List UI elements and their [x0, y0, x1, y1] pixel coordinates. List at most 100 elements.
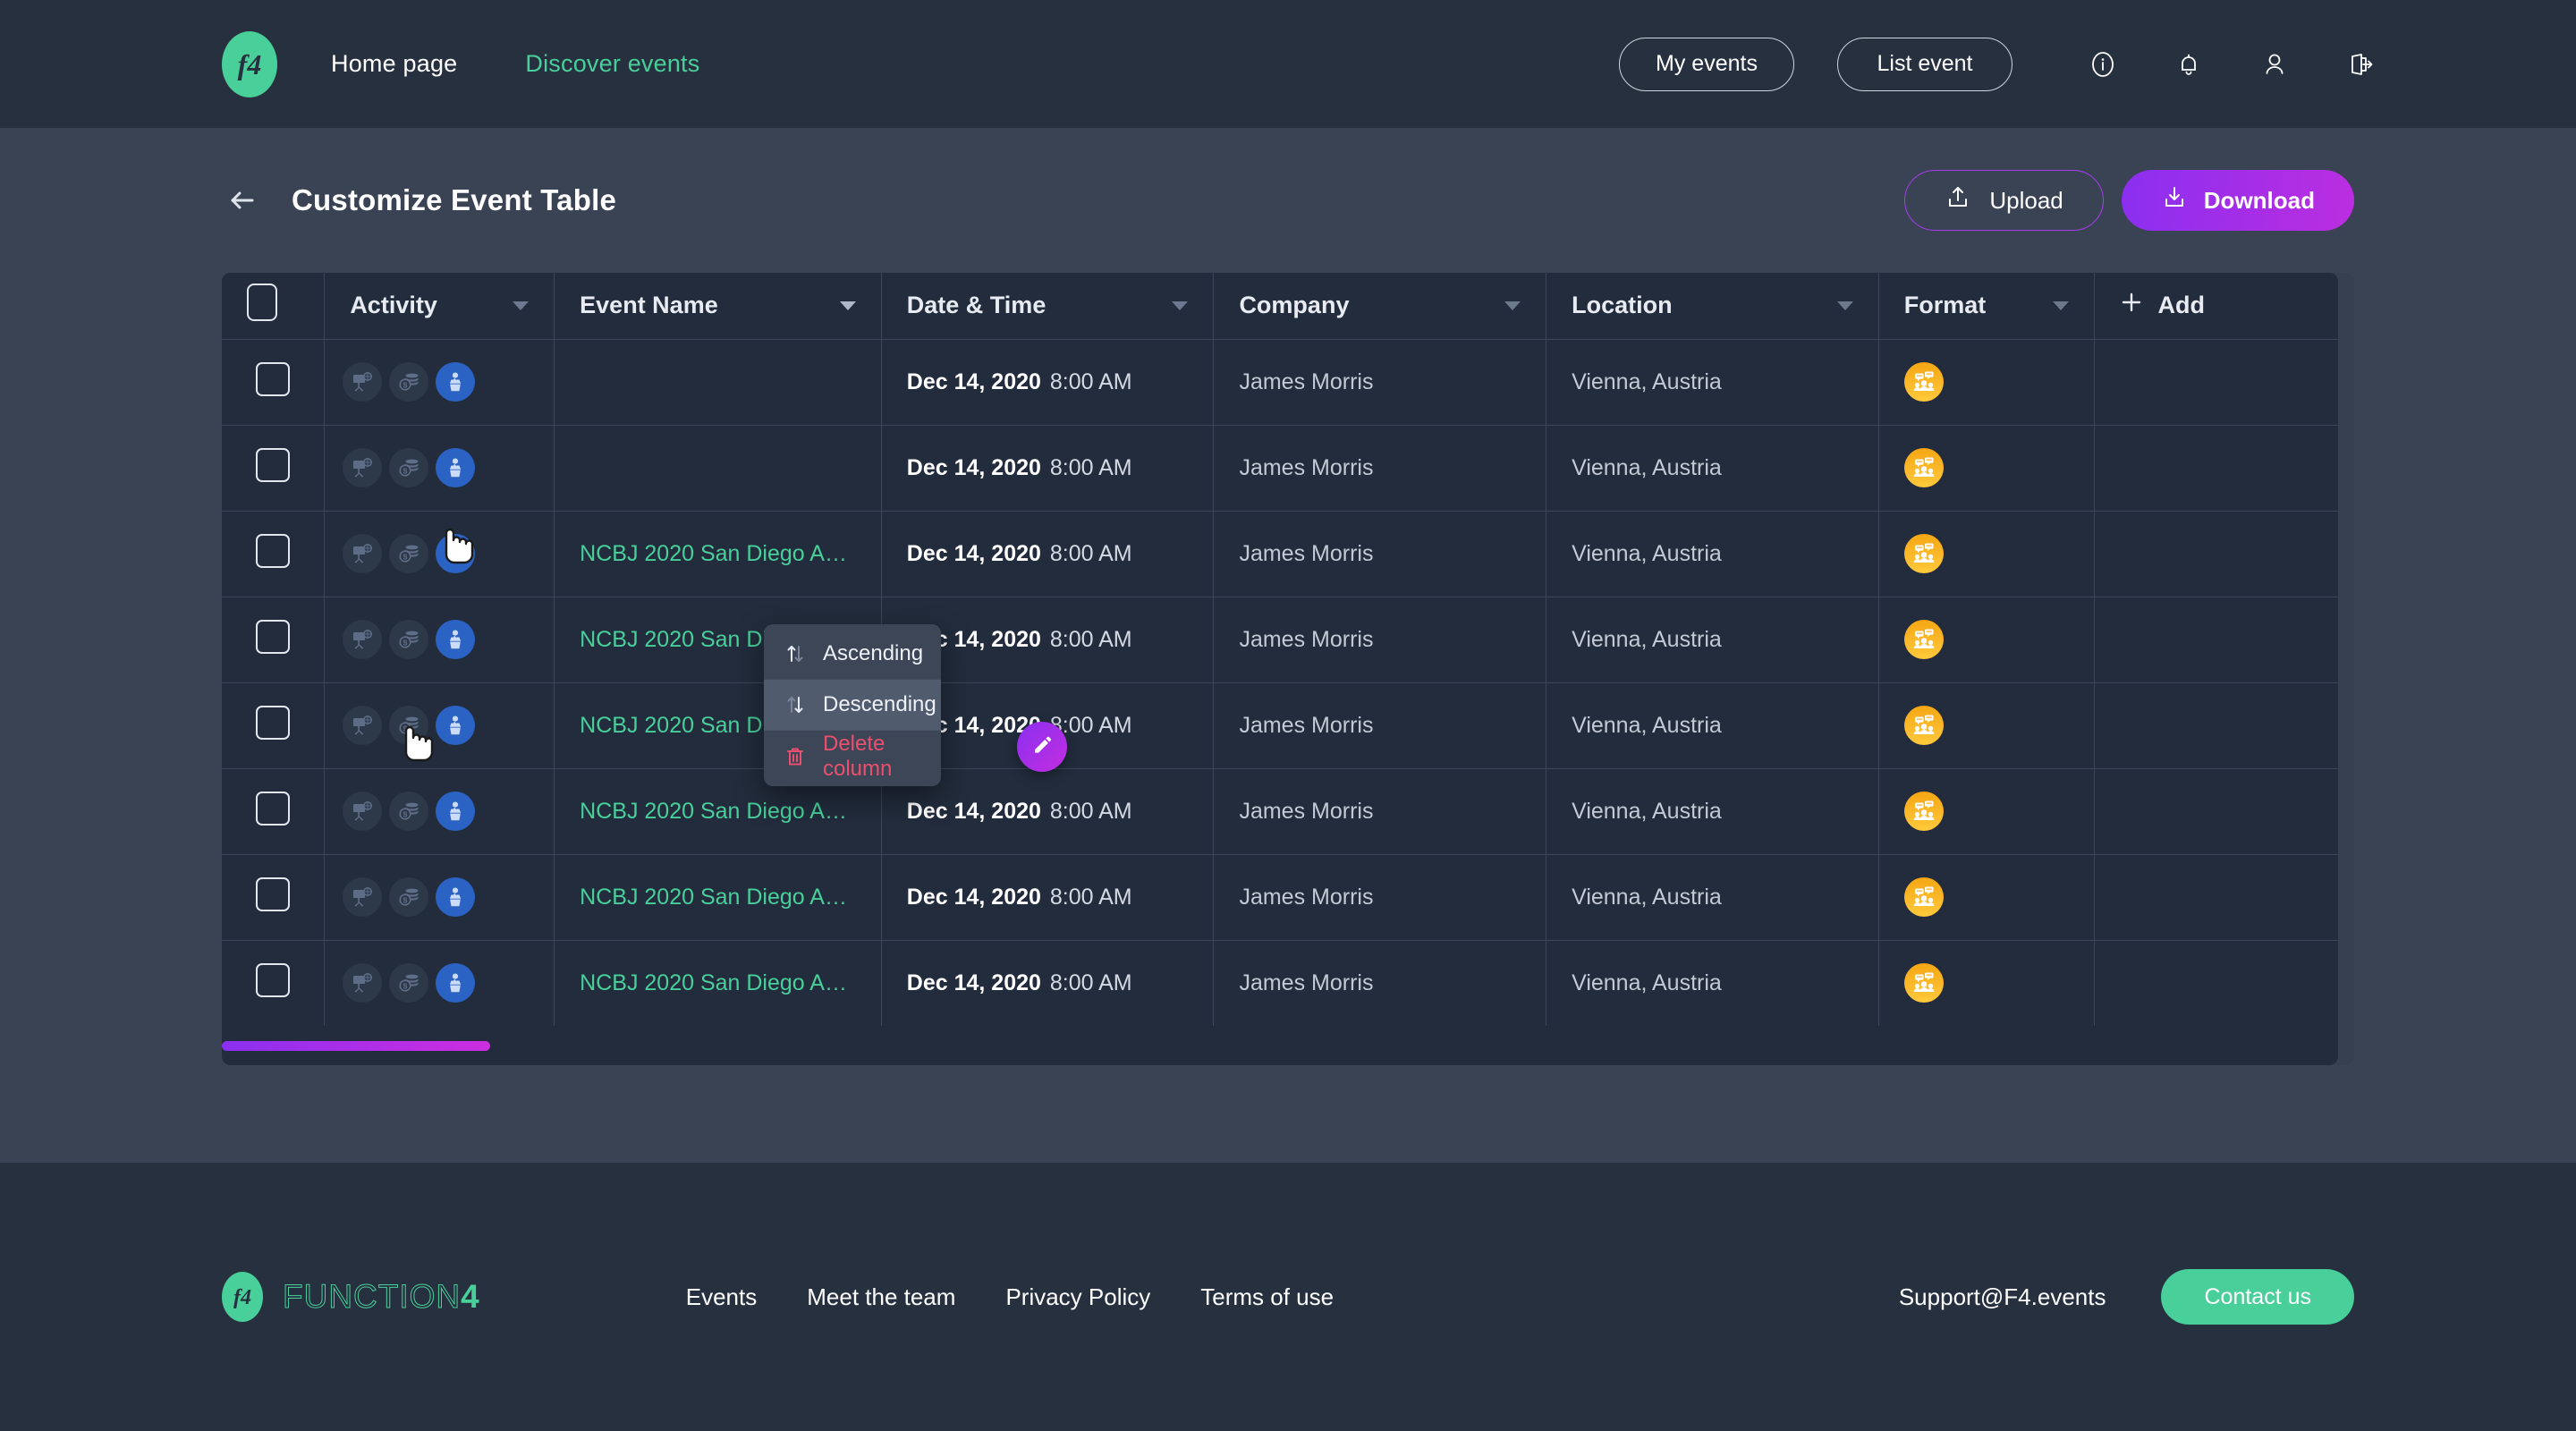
money-coins-icon[interactable]: $ — [389, 362, 429, 402]
money-coins-icon[interactable]: $ — [389, 620, 429, 659]
select-all-checkbox[interactable] — [247, 284, 277, 322]
speaker-podium-icon[interactable] — [436, 706, 476, 745]
footer-link-events[interactable]: Events — [686, 1283, 758, 1311]
chevron-down-icon-location[interactable] — [1836, 301, 1853, 310]
event-table-container: Activity Event Name Date & Time Company … — [222, 273, 2354, 1065]
speaker-podium-icon[interactable] — [436, 620, 476, 659]
money-coins-icon[interactable]: $ — [389, 534, 429, 573]
column-header-location[interactable]: Location — [1546, 273, 1879, 340]
logout-icon[interactable] — [2340, 44, 2381, 85]
presentation-globe-icon[interactable] — [343, 792, 383, 831]
format-cell — [1878, 768, 2096, 855]
chevron-down-icon-date-time[interactable] — [1172, 301, 1189, 310]
table-row[interactable]: $ NCBJ 2020 San Diego Annu... Dec 14, 2020… — [222, 768, 2338, 855]
discussion-group-icon — [1903, 620, 1944, 659]
svg-text:f4: f4 — [233, 1286, 251, 1309]
speaker-podium-icon[interactable] — [436, 448, 476, 487]
table-row[interactable]: $ NCBJ 2020 San Diego Annu... Dec 14, 2020… — [222, 511, 2338, 597]
svg-text:$: $ — [403, 381, 408, 390]
presentation-globe-icon[interactable] — [343, 706, 383, 745]
row-checkbox[interactable] — [256, 447, 291, 482]
footer-link-privacy-policy[interactable]: Privacy Policy — [1005, 1283, 1150, 1311]
footer-link-terms-of-use[interactable]: Terms of use — [1200, 1283, 1334, 1311]
chevron-down-icon-format[interactable] — [2053, 301, 2070, 310]
row-checkbox[interactable] — [256, 962, 291, 997]
menu-item-descending[interactable]: Descending — [764, 680, 941, 731]
event-name-cell[interactable]: NCBJ 2020 San Diego Annu... — [554, 511, 882, 597]
money-coins-icon[interactable]: $ — [389, 963, 429, 1003]
list-event-button[interactable]: List event — [1837, 37, 2012, 91]
table-row[interactable]: $ Dec 14, 2020 8:00 AM James Morris Vienna, … — [222, 339, 2338, 426]
table-row[interactable]: $ NCBJ 2020 San Diego An Dec 14, 2020 8:00 … — [222, 682, 2338, 769]
column-header-activity[interactable]: Activity — [324, 273, 555, 340]
row-checkbox[interactable] — [256, 876, 291, 911]
upload-button[interactable]: Upload — [1904, 170, 2104, 231]
row-checkbox[interactable] — [256, 705, 291, 740]
event-name-cell[interactable]: NCBJ 2020 San Diego Annu... — [554, 940, 882, 1026]
event-name-cell[interactable]: NCBJ 2020 San Diego Annu... — [554, 854, 882, 941]
row-checkbox[interactable] — [256, 619, 291, 654]
table-row[interactable]: $ Dec 14, 2020 8:00 AM James Morris Vienna, … — [222, 425, 2338, 512]
support-email[interactable]: Support@F4.events — [1899, 1283, 2106, 1311]
column-header-add[interactable]: Add — [2094, 273, 2338, 340]
event-name-cell[interactable] — [554, 425, 882, 512]
bell-icon[interactable] — [2168, 44, 2209, 85]
column-header-date-time[interactable]: Date & Time — [881, 273, 1215, 340]
event-date: Dec 14, 2020 — [906, 798, 1041, 824]
event-name-link[interactable]: NCBJ 2020 San Diego Annu... — [580, 799, 856, 825]
contact-us-button[interactable]: Contact us — [2161, 1269, 2354, 1325]
presentation-globe-icon[interactable] — [343, 963, 383, 1003]
info-icon[interactable] — [2082, 44, 2123, 85]
f4-logo[interactable]: f4 — [222, 30, 277, 97]
activity-cell: $ — [324, 854, 555, 941]
money-coins-icon[interactable]: $ — [389, 877, 429, 917]
speaker-podium-icon[interactable] — [436, 877, 476, 917]
presentation-globe-icon[interactable] — [343, 448, 383, 487]
table-row[interactable]: $ NCBJ 2020 San Diego Annu... Dec 14, 2020… — [222, 597, 2338, 683]
event-name-link[interactable]: NCBJ 2020 San Diego Annu... — [580, 885, 856, 910]
chevron-down-icon-event-name[interactable] — [839, 301, 856, 310]
money-coins-icon[interactable]: $ — [389, 448, 429, 487]
money-coins-icon[interactable]: $ — [389, 792, 429, 831]
row-checkbox[interactable] — [256, 791, 291, 826]
event-name-link[interactable]: NCBJ 2020 San Diego Annu... — [580, 970, 856, 996]
user-icon[interactable] — [2254, 44, 2295, 85]
table-row[interactable]: $ NCBJ 2020 San Diego Annu... Dec 14, 2020… — [222, 854, 2338, 941]
location-cell: Vienna, Austria — [1546, 425, 1879, 512]
column-header-company[interactable]: Company — [1213, 273, 1547, 340]
footer-link-meet-the-team[interactable]: Meet the team — [807, 1283, 955, 1311]
format-cell — [1878, 425, 2096, 512]
menu-item-ascending[interactable]: Ascending — [764, 629, 941, 680]
presentation-globe-icon[interactable] — [343, 362, 383, 402]
row-checkbox[interactable] — [256, 361, 291, 396]
my-events-button[interactable]: My events — [1619, 37, 1794, 91]
menu-item-delete-column[interactable]: Delete column — [764, 731, 941, 782]
speaker-podium-icon[interactable] — [436, 963, 476, 1003]
table-head: Activity Event Name Date & Time Company … — [222, 273, 2338, 340]
event-name-link[interactable]: NCBJ 2020 San Diego Annu... — [580, 541, 856, 567]
date-time-cell: Dec 14, 2020 8:00 AM — [881, 339, 1215, 426]
presentation-globe-icon[interactable] — [343, 620, 383, 659]
footer-logo[interactable]: f4 FUNCTION4 — [222, 1272, 480, 1322]
download-button[interactable]: Download — [2121, 170, 2354, 231]
money-coins-icon[interactable]: $ — [389, 706, 429, 745]
chevron-down-icon-activity[interactable] — [513, 301, 530, 310]
nav-discover-events[interactable]: Discover events — [525, 50, 699, 78]
nav-home-page[interactable]: Home page — [331, 50, 457, 78]
row-checkbox[interactable] — [256, 533, 291, 568]
horizontal-scrollbar-track[interactable] — [222, 1026, 2338, 1065]
event-name-cell[interactable] — [554, 339, 882, 426]
presentation-globe-icon[interactable] — [343, 877, 383, 917]
edit-row-button[interactable] — [1017, 722, 1067, 772]
column-header-format[interactable]: Format — [1878, 273, 2096, 340]
speaker-podium-icon[interactable] — [436, 362, 476, 402]
chevron-down-icon-company[interactable] — [1504, 301, 1521, 310]
column-header-event-name[interactable]: Event Name — [554, 273, 882, 340]
horizontal-scrollbar-thumb[interactable] — [222, 1040, 490, 1051]
format-cell — [1878, 339, 2096, 426]
table-row[interactable]: $ NCBJ 2020 San Diego Annu... Dec 14, 2020… — [222, 940, 2338, 1026]
speaker-podium-icon[interactable] — [436, 792, 476, 831]
presentation-globe-icon[interactable] — [343, 534, 383, 573]
back-arrow-icon[interactable] — [222, 180, 263, 221]
speaker-podium-icon[interactable] — [436, 534, 476, 573]
